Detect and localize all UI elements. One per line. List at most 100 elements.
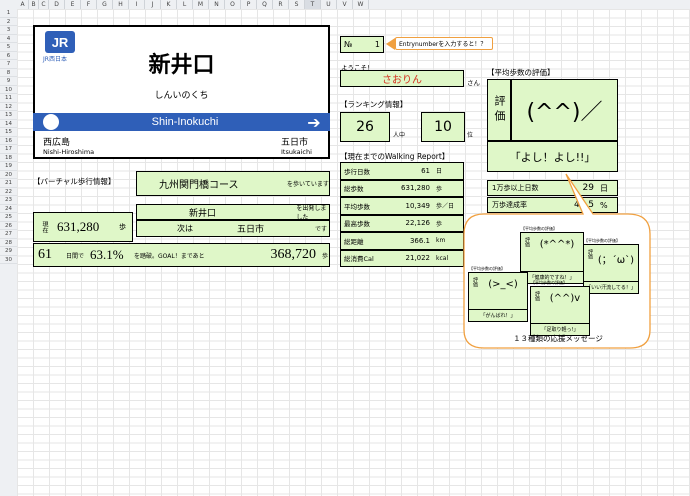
row-header-5[interactable]: 5 [0,43,17,52]
walking-report-label: 平均歩数 [344,202,370,211]
column-header-o[interactable]: O [225,0,241,9]
row-header-25[interactable]: 25 [0,213,17,222]
walking-report-unit: 歩／日 [436,203,455,211]
san-suffix: さん [467,79,480,87]
entry-number-cell[interactable]: № 1 [340,36,384,53]
walking-report-value: 61 [421,166,430,175]
column-header-e[interactable]: E [65,0,81,9]
station-sign: JR JR西日本 新井口 しんいのくち Shin-Inokuchi ➔ 西広島 … [33,25,330,159]
row-header-29[interactable]: 29 [0,247,17,256]
evaluation-face-cell: (^^)／ [511,79,618,141]
cheer-card-face: (>_<) [488,279,518,290]
row-header-4[interactable]: 4 [0,35,17,43]
column-header-d[interactable]: D [49,0,65,9]
row-header-21[interactable]: 21 [0,179,17,188]
cheer-card-header: 【平均歩数の評価】 [531,280,567,285]
column-header-k[interactable]: K [161,0,177,9]
evaluation-header: 【平均歩数の評価】 [487,68,555,77]
row-header-23[interactable]: 23 [0,196,17,205]
row-header-26[interactable]: 26 [0,222,17,230]
cheer-card: 【平均歩数の評価】 評価 (；´ω`) 「いい汗流してる！」 [583,238,639,294]
walking-report-unit: kcal [436,254,449,262]
walking-report-row: 最高歩数 22,126 歩 [340,214,464,232]
prev-station-name: 西広島 [43,138,71,148]
row-header-8[interactable]: 8 [0,69,17,77]
row-header-17[interactable]: 17 [0,145,17,154]
row-header-28[interactable]: 28 [0,239,17,247]
row-header-14[interactable]: 14 [0,120,17,128]
evaluation-message-cell: 「よし！よし!!」 [487,141,618,172]
cheer-card-eval-label: 評価 [534,291,540,301]
cheer-card-header: 【平均歩数の評価】 [469,266,505,271]
walking-report-row: 総歩数 631,280 歩 [340,179,464,197]
walking-report-unit: 歩 [436,220,443,228]
row-header-1[interactable]: 1 [0,9,17,18]
progress-row: 61 日間で 63.1% を踏破。GOAL！まであと 368,720 歩 [33,243,330,267]
cheer-card-eval-label: 評価 [587,249,593,259]
row-header-30[interactable]: 30 [0,256,17,264]
cheer-card: 【平均歩数の評価】 評価 (^^)v 「足取り軽っ!」 [530,280,590,336]
row-header-10[interactable]: 10 [0,86,17,94]
walking-report-unit: 日 [436,168,443,176]
column-header-w[interactable]: W [353,0,369,9]
row-header-20[interactable]: 20 [0,171,17,179]
row-header-19[interactable]: 19 [0,162,17,171]
column-header-h[interactable]: H [113,0,129,9]
rank-total-cell[interactable]: 26 [340,112,390,142]
column-header-s[interactable]: S [289,0,305,9]
row-header-6[interactable]: 6 [0,52,17,60]
walking-report-row: 総消費Cal 21,022 kcal [340,249,464,267]
departed-row: 新井口 を出発しました [136,204,330,221]
walking-report-value: 366.1 [409,236,430,245]
walking-report-table: 歩行日数 61 日総歩数 631,280 歩平均歩数 10,349 歩／日 最高歩数 22,12… [340,162,464,267]
column-header-j[interactable]: J [145,0,161,9]
row-header-15[interactable]: 15 [0,128,17,137]
row-header-16[interactable]: 16 [0,137,17,145]
column-header-p[interactable]: P [241,0,257,9]
column-header-r[interactable]: R [273,0,289,9]
walking-report-unit: 歩 [436,185,443,193]
row-header-22[interactable]: 22 [0,188,17,196]
walking-report-value: 22,126 [405,219,431,228]
row-header-11[interactable]: 11 [0,94,17,103]
column-header-t[interactable]: T [305,0,321,9]
column-header-n[interactable]: N [209,0,225,9]
column-header-g[interactable]: G [97,0,113,9]
column-header-b[interactable]: B [29,0,39,9]
column-header-a[interactable]: A [17,0,29,9]
rank-position-unit: 位 [467,132,474,139]
row-header-12[interactable]: 12 [0,103,17,111]
row-header-13[interactable]: 13 [0,111,17,120]
cheer-card-eval-label: 評価 [472,277,478,287]
row-header-9[interactable]: 9 [0,77,17,86]
next-station-name: 五日市 [281,138,309,148]
column-header-l[interactable]: L [177,0,193,9]
rank-position-cell[interactable]: 10 [421,112,465,142]
column-header-c[interactable]: C [39,0,49,9]
row-header-24[interactable]: 24 [0,205,17,213]
row-header-bar: 1 2 3 4 5 6 7 8 9 10 11 12 13 14 15 16 17 18 19 20 21 22 23 24 2… [0,9,18,496]
row-header-18[interactable]: 18 [0,154,17,162]
row-header-27[interactable]: 27 [0,230,17,239]
column-header-i[interactable]: I [129,0,145,9]
cheer-card-face: (^^)v [549,293,581,304]
cheer-card-message: 「がんばれ！」 [469,309,527,319]
virtual-header: 【バーチャル歩行情報】 [33,177,116,186]
column-header-f[interactable]: F [81,0,97,9]
user-name-cell[interactable]: さおりん [340,70,464,87]
column-header-u[interactable]: U [321,0,337,9]
walking-report-row: 総距離 366.1 km [340,232,464,250]
evaluation-label-cell: 評価 [487,79,511,141]
cheer-card-eval-label: 評価 [524,237,530,247]
row-header-3[interactable]: 3 [0,26,17,35]
column-header-q[interactable]: Q [257,0,273,9]
next-station-romaji: Itsukaichi [281,148,312,156]
station-kana: しんいのくち [154,90,209,101]
next-direction-arrow-icon: ➔ [307,112,321,132]
column-header-m[interactable]: M [193,0,209,9]
current-station-dot [43,114,59,130]
row-header-7[interactable]: 7 [0,60,17,69]
row-header-2[interactable]: 2 [0,18,17,26]
column-header-v[interactable]: V [337,0,353,9]
walking-report-label: 歩行日数 [344,167,370,176]
